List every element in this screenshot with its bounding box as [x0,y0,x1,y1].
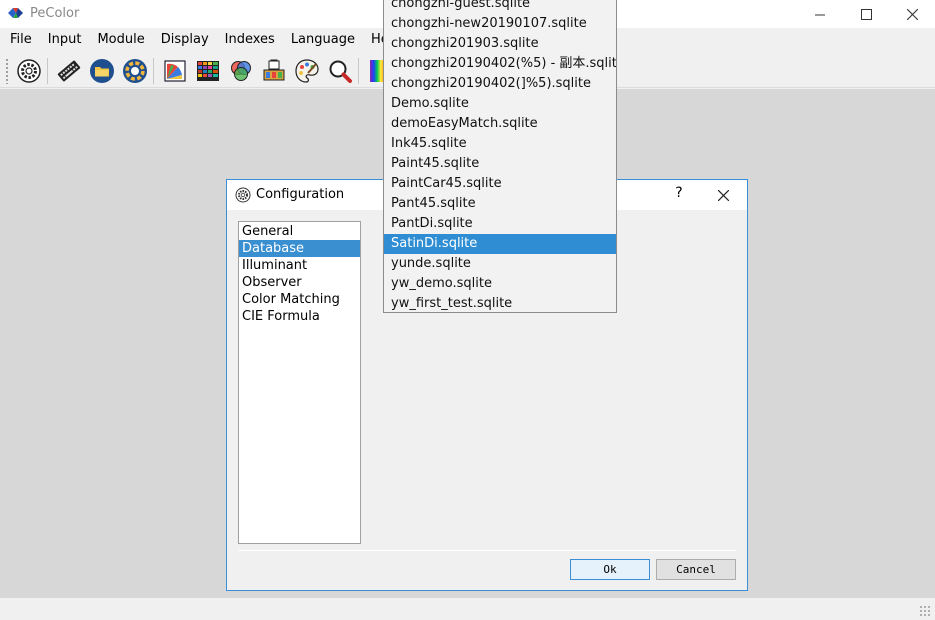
category-item-database[interactable]: Database [239,240,360,257]
dropdown-item[interactable]: Ink45.sqlite [384,134,616,154]
search-button[interactable] [326,57,354,85]
pecolor-logo-icon [8,8,23,18]
keyboard-icon [57,60,81,82]
menu-indexes[interactable]: Indexes [217,29,283,51]
dropdown-item[interactable]: PaintCar45.sqlite [384,174,616,194]
keyboard-button[interactable] [55,57,83,85]
close-icon [717,189,729,202]
open-folder-button[interactable] [88,57,116,85]
dropdown-item[interactable]: chongzhi20190402(]%5).sqlite [384,74,616,94]
dialog-help-button[interactable]: ? [667,185,691,207]
ok-button[interactable]: Ok [570,559,650,580]
category-item-observer[interactable]: Observer [239,274,360,291]
toolbar-separator [153,58,154,84]
category-item-illuminant[interactable]: Illuminant [239,257,360,274]
color-fan-icon [164,60,186,82]
status-bar [0,598,935,620]
category-item-general[interactable]: General [239,223,360,240]
dialog-title: Configuration [256,187,345,202]
toolbar-separator [358,58,359,84]
menu-file[interactable]: File [0,29,40,51]
dropdown-item[interactable]: chongzhi201903.sqlite [384,34,616,54]
dropdown-item[interactable]: demoEasyMatch.sqlite [384,114,616,134]
minimize-button[interactable] [797,0,843,28]
paint-palette-button[interactable] [293,57,321,85]
maximize-icon [860,8,872,20]
toolbar-separator [47,58,48,84]
paint-palette-icon [295,59,319,83]
dropdown-item[interactable]: Pant45.sqlite [384,194,616,214]
toolbar-grip[interactable] [5,58,9,84]
cancel-button[interactable]: Cancel [656,559,736,580]
paint-cans-icon [263,59,285,81]
rgb-circles-icon [231,61,251,81]
menu-input[interactable]: Input [40,29,90,51]
maximize-button[interactable] [843,0,889,28]
dialog-separator [238,550,736,551]
window-title: PeColor [30,6,80,21]
dropdown-item[interactable]: yw_demo.sqlite [384,274,616,294]
dropdown-item[interactable]: chongzhi20190402(%5) - 副本.sqlite [384,54,616,74]
color-grid-button[interactable] [194,57,222,85]
resize-grip[interactable] [919,605,931,617]
settings-icon [235,187,251,203]
dialog-close-button[interactable] [711,185,735,207]
dropdown-item[interactable]: Paint45.sqlite [384,154,616,174]
dropdown-item[interactable]: chongzhi-new20190107.sqlite [384,14,616,34]
settings-icon [17,59,41,83]
color-palette-grid-icon [197,61,219,81]
category-item-cie-formula[interactable]: CIE Formula [239,308,360,325]
menu-language[interactable]: Language [283,29,363,51]
settings-button[interactable] [15,57,43,85]
color-wheel-icon [123,59,147,83]
dropdown-item[interactable]: PantDi.sqlite [384,214,616,234]
dropdown-item[interactable]: yw_first_test.sqlite [384,294,616,312]
category-list[interactable]: General Database Illuminant Observer Col… [238,221,361,544]
category-item-color-matching[interactable]: Color Matching [239,291,360,308]
dropdown-item[interactable]: chongzhi-guest.sqlite [384,0,616,14]
folder-open-icon [90,59,114,83]
dropdown-item[interactable]: Demo.sqlite [384,94,616,114]
close-icon [906,8,918,20]
search-icon [329,60,352,83]
menu-display[interactable]: Display [153,29,217,51]
color-wheel-button[interactable] [121,57,149,85]
rgb-mix-button[interactable] [227,57,255,85]
menu-module[interactable]: Module [89,29,152,51]
color-fan-button[interactable] [161,57,189,85]
database-dropdown-list[interactable]: chongzhi-guest.sqlite chongzhi-new201901… [383,0,617,313]
paint-cans-button[interactable] [260,57,288,85]
dropdown-item-selected[interactable]: SatinDi.sqlite [384,234,616,254]
dropdown-item[interactable]: yunde.sqlite [384,254,616,274]
minimize-icon [814,14,825,15]
window-close-button[interactable] [889,0,935,28]
